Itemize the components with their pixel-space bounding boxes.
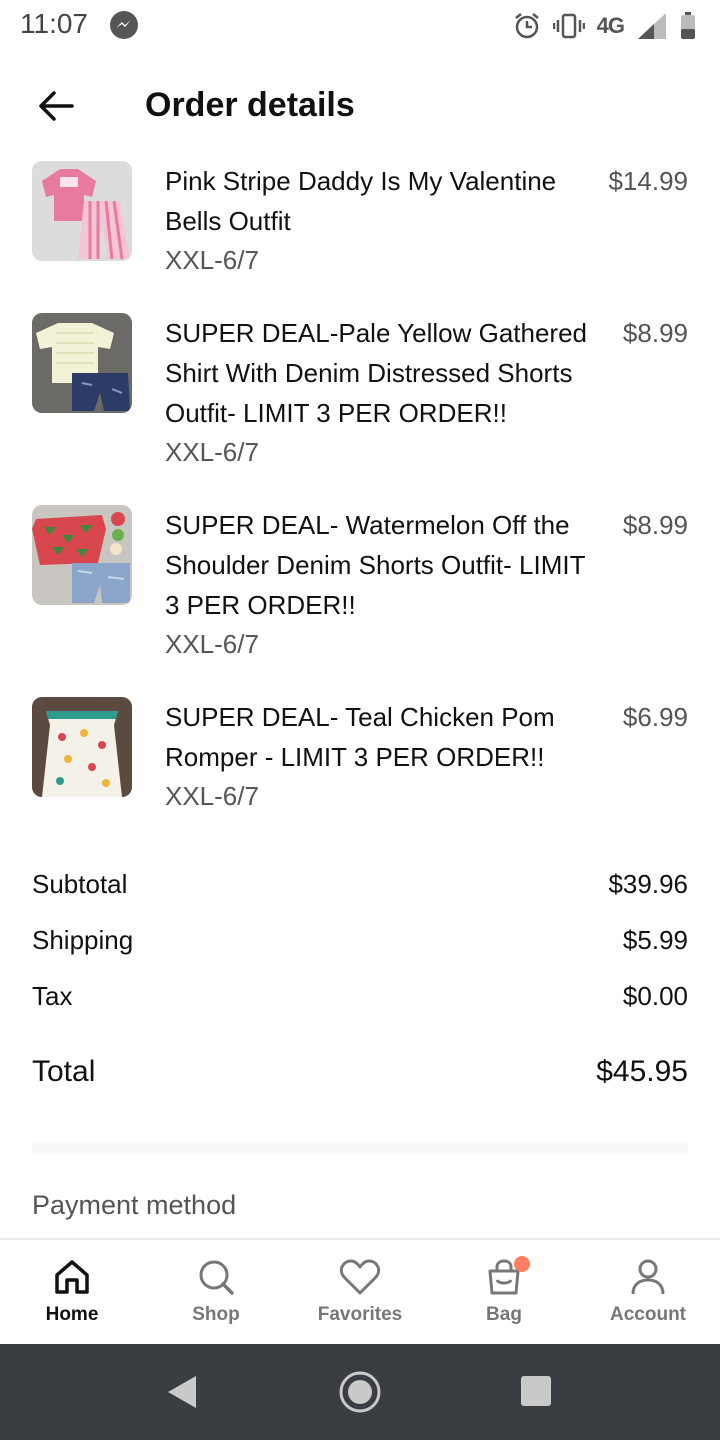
back-button[interactable] [30, 80, 82, 132]
subtotal-row: Subtotal $39.96 [32, 869, 688, 900]
product-price: $6.99 [622, 702, 688, 732]
messenger-icon [110, 11, 138, 39]
product-name: Pink Stripe Daddy Is My Valentine Bells … [165, 166, 557, 236]
status-time: 11:07 [20, 8, 88, 39]
shipping-value: $5.99 [622, 925, 688, 955]
product-thumbnail [32, 313, 132, 413]
status-bar: 11:07 4G [0, 0, 720, 52]
bottom-nav: Home Shop Favorites Bag Account [0, 1238, 720, 1344]
product-size: XXL-6/7 [165, 437, 259, 467]
product-size: XXL-6/7 [165, 245, 259, 275]
nav-favorites-label: Favorites [317, 1304, 403, 1325]
home-icon [55, 1260, 89, 1294]
product-size: XXL-6/7 [165, 629, 259, 659]
nav-account[interactable]: Account [576, 1240, 720, 1344]
back-triangle-icon[interactable] [166, 1374, 198, 1410]
vibrate-icon [552, 13, 585, 39]
product-thumbnail [32, 161, 132, 261]
home-circle-icon[interactable] [338, 1370, 382, 1414]
system-nav-bar [0, 1344, 720, 1440]
subtotal-label: Subtotal [32, 869, 128, 899]
arrow-left-icon [39, 91, 74, 121]
tax-value: $0.00 [622, 981, 688, 1011]
nav-account-label: Account [610, 1304, 686, 1325]
tax-label: Tax [32, 981, 73, 1011]
subtotal-value: $39.96 [608, 869, 688, 899]
search-icon [199, 1260, 234, 1295]
person-icon [631, 1259, 665, 1295]
product-name: SUPER DEAL- Teal Chicken Pom Romper - LI… [165, 702, 555, 772]
shipping-row: Shipping $5.99 [32, 925, 688, 956]
product-size: XXL-6/7 [165, 781, 259, 811]
product-price: $8.99 [622, 318, 688, 348]
nav-home[interactable]: Home [0, 1240, 144, 1344]
payment-method-heading: Payment method [32, 1190, 237, 1220]
product-price: $8.99 [622, 510, 688, 540]
product-name: SUPER DEAL- Watermelon Off the Shoulder … [165, 510, 586, 620]
total-value: $45.95 [596, 1055, 688, 1088]
recents-square-icon[interactable] [521, 1376, 551, 1406]
battery-icon [681, 12, 695, 39]
total-label: Total [32, 1055, 96, 1088]
product-price: $14.99 [608, 166, 688, 196]
nav-bag[interactable]: Bag [432, 1240, 576, 1344]
header: Order details [0, 64, 720, 148]
bag-badge-dot [514, 1256, 530, 1272]
product-thumbnail [32, 505, 132, 605]
network-label: 4G [596, 13, 625, 38]
total-row: Total $45.95 [32, 1055, 688, 1089]
alarm-icon [514, 13, 539, 39]
nav-home-label: Home [45, 1304, 99, 1325]
nav-shop[interactable]: Shop [144, 1240, 288, 1344]
nav-shop-label: Shop [192, 1304, 240, 1325]
nav-favorites[interactable]: Favorites [288, 1240, 432, 1344]
product-name: SUPER DEAL-Pale Yellow Gathered Shirt Wi… [165, 318, 588, 428]
nav-bag-label: Bag [486, 1304, 522, 1325]
page-title: Order details [145, 86, 355, 124]
signal-icon [638, 13, 666, 39]
section-divider [32, 1142, 688, 1154]
status-icons: 4G [513, 8, 696, 44]
shipping-label: Shipping [32, 925, 134, 955]
tax-row: Tax $0.00 [32, 981, 688, 1012]
heart-icon [339, 1259, 381, 1295]
product-thumbnail [32, 697, 132, 797]
